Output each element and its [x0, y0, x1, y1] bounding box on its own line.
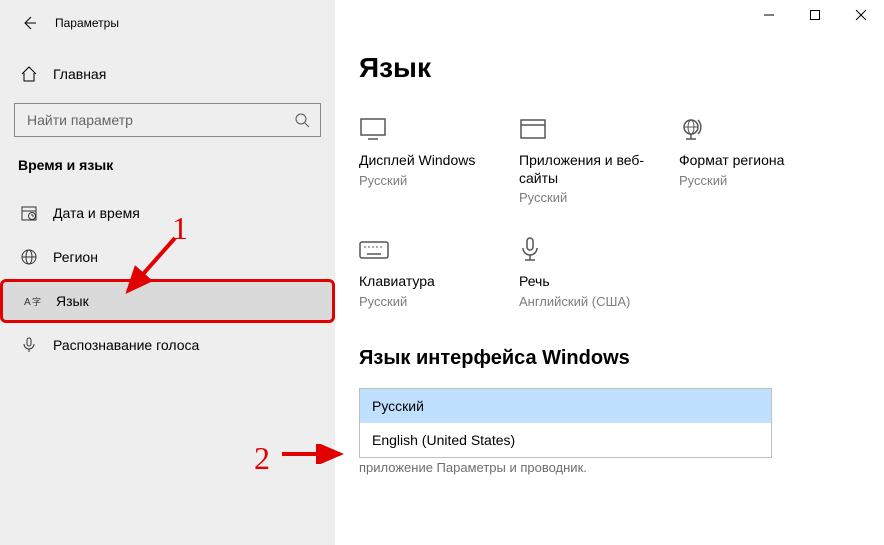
tile-sub: Русский	[679, 173, 839, 188]
description-text-partial: приложение Параметры и проводник.	[359, 460, 860, 475]
tile-keyboard[interactable]: Клавиатура Русский	[359, 235, 519, 309]
dropdown-option-label: English (United States)	[372, 432, 515, 448]
microphone-icon	[18, 336, 40, 354]
dropdown-option-russian[interactable]: Русский	[360, 389, 771, 423]
tile-title: Дисплей Windows	[359, 152, 519, 170]
tile-title: Формат региона	[679, 152, 839, 170]
tile-speech[interactable]: Речь Английский (США)	[519, 235, 679, 309]
tile-region-format[interactable]: Формат региона Русский	[679, 114, 839, 205]
monitor-icon	[359, 114, 519, 144]
tile-title: Речь	[519, 273, 679, 291]
calendar-clock-icon	[18, 204, 40, 222]
tile-sub: Русский	[519, 190, 679, 205]
tile-title: Клавиатура	[359, 273, 519, 291]
keyboard-icon	[359, 235, 519, 265]
language-icon: A字	[21, 292, 43, 310]
maximize-button[interactable]	[792, 0, 838, 30]
close-icon	[855, 9, 867, 21]
language-tiles: Дисплей Windows Русский Приложения и веб…	[359, 114, 860, 309]
tile-sub: Английский (США)	[519, 294, 679, 309]
sidebar-item-label: Регион	[53, 249, 98, 265]
sidebar: Параметры Главная Время и язык Дата и вр…	[0, 0, 335, 545]
search-input[interactable]	[25, 111, 294, 129]
window-title: Параметры	[55, 16, 119, 30]
dropdown-option-english-us[interactable]: English (United States)	[360, 423, 771, 457]
sidebar-item-language[interactable]: A字 Язык	[0, 279, 335, 323]
tile-apps-websites[interactable]: Приложения и веб-сайты Русский	[519, 114, 679, 205]
sidebar-item-label: Дата и время	[53, 205, 140, 221]
page-title: Язык	[359, 52, 860, 84]
sidebar-nav: Дата и время Регион A字 Язык Распознавани…	[0, 191, 335, 367]
section-title-windows-display-language: Язык интерфейса Windows	[359, 347, 860, 370]
maximize-icon	[809, 9, 821, 21]
sidebar-home[interactable]: Главная	[0, 55, 335, 93]
tile-sub: Русский	[359, 294, 519, 309]
globe-stand-icon	[679, 114, 839, 144]
sidebar-item-label: Язык	[56, 293, 89, 309]
sidebar-item-speech[interactable]: Распознавание голоса	[0, 323, 335, 367]
svg-text:A: A	[24, 297, 31, 308]
sidebar-item-date-time[interactable]: Дата и время	[0, 191, 335, 235]
window-controls	[746, 0, 884, 36]
arrow-left-icon	[21, 15, 37, 31]
minimize-icon	[763, 9, 775, 21]
titlebar-left: Параметры	[0, 0, 335, 45]
microphone-large-icon	[519, 235, 679, 265]
sidebar-item-region[interactable]: Регион	[0, 235, 335, 279]
minimize-button[interactable]	[746, 0, 792, 30]
close-button[interactable]	[838, 0, 884, 30]
tile-windows-display[interactable]: Дисплей Windows Русский	[359, 114, 519, 205]
display-language-dropdown[interactable]: Русский English (United States)	[359, 388, 772, 458]
sidebar-item-label: Распознавание голоса	[53, 337, 199, 353]
sidebar-home-label: Главная	[53, 66, 106, 82]
tile-sub: Русский	[359, 173, 519, 188]
svg-text:字: 字	[32, 296, 41, 307]
back-button[interactable]	[15, 9, 43, 37]
search-box[interactable]	[14, 103, 321, 137]
tile-title: Приложения и веб-сайты	[519, 152, 679, 187]
dropdown-option-label: Русский	[372, 398, 424, 414]
search-icon	[294, 112, 310, 128]
content-area: Язык Дисплей Windows Русский Приложения …	[335, 0, 884, 545]
window-icon	[519, 114, 679, 144]
globe-icon	[18, 248, 40, 266]
home-icon	[18, 65, 40, 83]
settings-window: Параметры Главная Время и язык Дата и вр…	[0, 0, 884, 545]
sidebar-group-header: Время и язык	[0, 157, 335, 173]
